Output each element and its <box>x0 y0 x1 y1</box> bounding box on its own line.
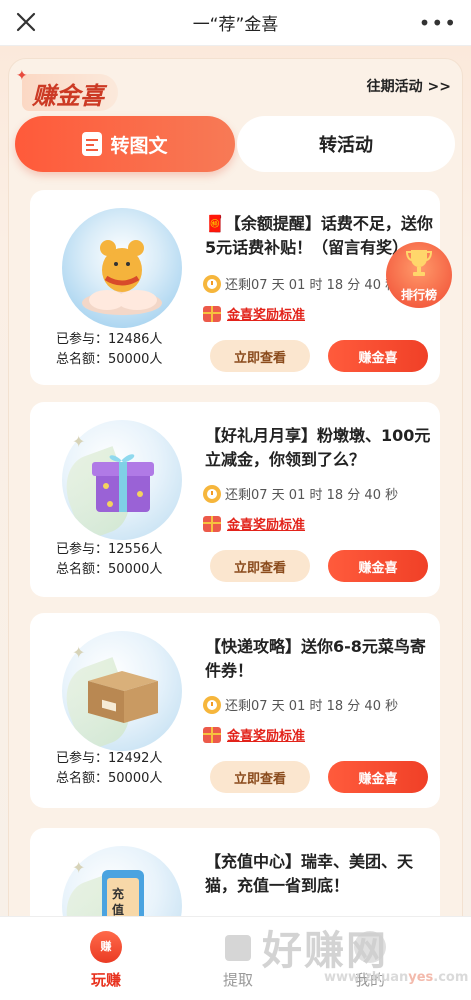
task-card: ✦ 【快递攻略】送你6-8元菜鸟寄件券！ 还剩07 天 01 时 18 分 40… <box>30 613 440 808</box>
sparkle-icon: ✦ <box>72 858 86 877</box>
countdown-text: 还剩07 天 01 时 18 分 40 秒 <box>225 488 399 503</box>
alarm-clock-icon <box>203 695 221 714</box>
gift-icon <box>225 935 251 961</box>
gift-icon <box>203 305 221 322</box>
tab-article-share[interactable]: 转图文 <box>15 116 235 172</box>
alarm-clock-icon <box>203 274 221 293</box>
brand-name: 赚金喜 <box>22 73 118 111</box>
watermark-title: 好赚网 <box>262 928 388 974</box>
sparkle-icon: ✦ <box>72 432 86 451</box>
countdown: 还剩07 天 01 时 18 分 40 秒 <box>203 695 398 714</box>
earn-icon: 赚 <box>90 931 122 963</box>
ranking-label: 排行榜 <box>400 288 437 302</box>
mouse-on-cloud-icon <box>62 208 182 328</box>
view-now-button[interactable]: 立即查看 <box>210 550 310 582</box>
card-title[interactable]: 【充值中心】瑞幸、美团、天猫，充值一省到底！ <box>205 850 435 898</box>
tab-activity-share[interactable]: 转活动 <box>237 116 455 172</box>
total-quota: 总名额：50000人 <box>56 562 163 577</box>
trophy-icon <box>406 250 432 276</box>
participation-stats: 已参与：12486人 总名额：50000人 <box>56 330 162 370</box>
more-menu-icon[interactable]: ••• <box>419 13 457 33</box>
task-card: 🧧【余额提醒】话费不足，送你5元话费补贴！（留言有奖） 还剩07 天 01 时 … <box>30 190 440 385</box>
countdown: 还剩07 天 01 时 18 分 40 秒 <box>203 484 398 503</box>
nav-label: 玩赚 <box>90 971 121 989</box>
past-activity-link[interactable]: 往期活动 >> <box>367 76 451 96</box>
tab-label: 转图文 <box>110 134 168 157</box>
reward-standard-link[interactable]: 金喜奖励标准 <box>203 514 305 533</box>
card-title[interactable]: 【快递攻略】送你6-8元菜鸟寄件券！ <box>205 635 435 683</box>
earn-button[interactable]: 赚金喜 <box>328 340 428 372</box>
mouse-on-cloud-illustration <box>82 240 162 315</box>
thumb-text: 充值 <box>112 887 125 917</box>
countdown-text: 还剩07 天 01 时 18 分 40 秒 <box>225 278 399 293</box>
page-title: 一“荐”金喜 <box>192 15 279 35</box>
task-card: ✦ 【好礼月月享】粉墩墩、100元立减金，你领到了么？ 还剩07 天 01 时 … <box>30 402 440 597</box>
tab-label: 转活动 <box>319 135 373 156</box>
joined-count: 已参与：12556人 <box>56 542 163 557</box>
earn-button[interactable]: 赚金喜 <box>328 761 428 793</box>
gift-icon <box>203 515 221 532</box>
view-now-button[interactable]: 立即查看 <box>210 761 310 793</box>
brand-logo: ✦ 赚金喜 <box>16 68 118 112</box>
alarm-clock-icon <box>203 484 221 503</box>
participation-stats: 已参与：12556人 总名额：50000人 <box>56 540 162 580</box>
reward-standard-link[interactable]: 金喜奖励标准 <box>203 304 305 323</box>
countdown: 还剩07 天 01 时 18 分 40 秒 <box>203 274 398 293</box>
nav-play-earn[interactable]: 赚 玩赚 <box>66 931 146 990</box>
sparkle-icon: ✦ <box>16 68 28 84</box>
joined-count: 已参与：12492人 <box>56 751 163 766</box>
top-bar: 一“荐”金喜 ••• <box>0 0 471 46</box>
bottom-nav: 赚 玩赚 提取 我的 <box>0 916 471 1000</box>
total-quota: 总名额：50000人 <box>56 771 163 786</box>
participation-stats: 已参与：12492人 总名额：50000人 <box>56 749 162 789</box>
document-icon <box>82 132 103 156</box>
reward-standard-link[interactable]: 金喜奖励标准 <box>203 725 305 744</box>
close-icon[interactable] <box>14 10 38 34</box>
earn-button[interactable]: 赚金喜 <box>328 550 428 582</box>
card-title[interactable]: 【好礼月月享】粉墩墩、100元立减金，你领到了么？ <box>205 424 435 472</box>
gift-icon <box>203 726 221 743</box>
sparkle-icon: ✦ <box>72 643 86 662</box>
joined-count: 已参与：12486人 <box>56 332 163 347</box>
watermark: 好赚网 www.zhuanyes.com <box>262 918 468 985</box>
watermark-url: www.zhuanyes.com <box>324 970 469 985</box>
total-quota: 总名额：50000人 <box>56 352 163 367</box>
view-now-button[interactable]: 立即查看 <box>210 340 310 372</box>
countdown-text: 还剩07 天 01 时 18 分 40 秒 <box>225 699 399 714</box>
ranking-button[interactable]: 排行榜 <box>386 242 452 308</box>
